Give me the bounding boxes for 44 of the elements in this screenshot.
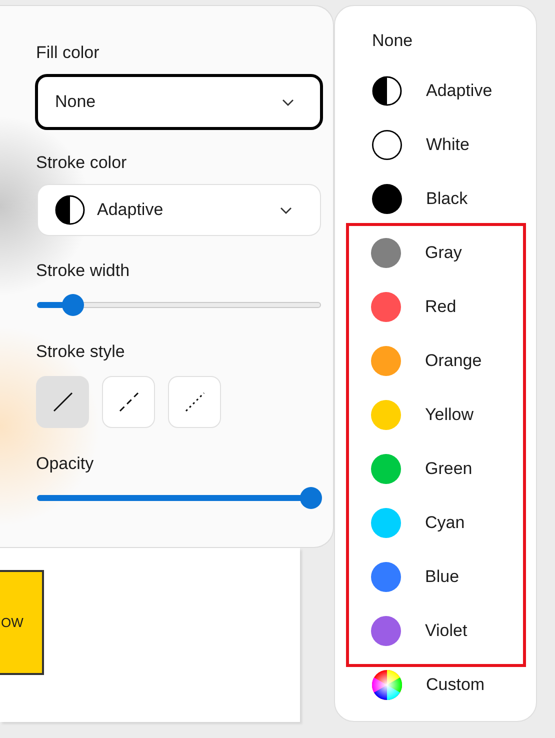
color-swatch-icon bbox=[372, 184, 402, 214]
field-label: Stroke width bbox=[36, 260, 131, 282]
dotted-line-icon bbox=[184, 391, 206, 413]
solid-stroke-button[interactable] bbox=[36, 376, 89, 428]
color-option[interactable]: Orange bbox=[349, 334, 523, 388]
fill-color-dropdown[interactable]: None bbox=[35, 74, 323, 130]
color-option[interactable]: None bbox=[346, 18, 526, 64]
color-swatch-icon bbox=[371, 508, 401, 538]
color-swatch-icon bbox=[371, 346, 401, 376]
color-option[interactable]: Cyan bbox=[349, 496, 523, 550]
field-label: Opacity bbox=[36, 453, 95, 475]
stroke-width-slider[interactable] bbox=[36, 294, 322, 316]
color-option[interactable]: Red bbox=[349, 280, 523, 334]
field-label: Stroke style bbox=[36, 341, 126, 363]
color-option[interactable]: Custom bbox=[346, 658, 526, 712]
color-option[interactable]: Violet bbox=[349, 604, 523, 658]
color-swatch-icon bbox=[371, 562, 401, 592]
stroke-color-dropdown[interactable]: Adaptive bbox=[37, 184, 321, 236]
adaptive-icon bbox=[55, 195, 85, 225]
dashed-stroke-button[interactable] bbox=[102, 376, 155, 428]
shape-text: OW bbox=[1, 615, 24, 630]
color-option[interactable]: Green bbox=[349, 442, 523, 496]
color-wheel-icon bbox=[372, 670, 402, 700]
field-label: Stroke color bbox=[36, 152, 128, 174]
color-swatch-icon bbox=[372, 130, 402, 160]
color-option[interactable]: Blue bbox=[349, 550, 523, 604]
opacity-slider[interactable] bbox=[36, 487, 322, 509]
color-option[interactable]: Black bbox=[346, 172, 526, 226]
color-swatch-icon bbox=[371, 292, 401, 322]
dotted-stroke-button[interactable] bbox=[168, 376, 221, 428]
field-label: Fill color bbox=[36, 42, 100, 64]
color-option[interactable]: Adaptive bbox=[346, 64, 526, 118]
color-option[interactable]: White bbox=[346, 118, 526, 172]
color-option[interactable]: Gray bbox=[349, 226, 523, 280]
dashed-line-icon bbox=[118, 391, 140, 413]
chevron-icon bbox=[282, 98, 294, 106]
adaptive-icon bbox=[372, 76, 402, 106]
color-swatch-icon bbox=[371, 238, 401, 268]
color-swatch-icon bbox=[371, 454, 401, 484]
color-swatch-icon bbox=[371, 400, 401, 430]
solid-line-icon bbox=[52, 391, 74, 413]
color-swatch-icon bbox=[371, 616, 401, 646]
chevron-icon bbox=[280, 206, 292, 214]
color-option[interactable]: Yellow bbox=[349, 388, 523, 442]
